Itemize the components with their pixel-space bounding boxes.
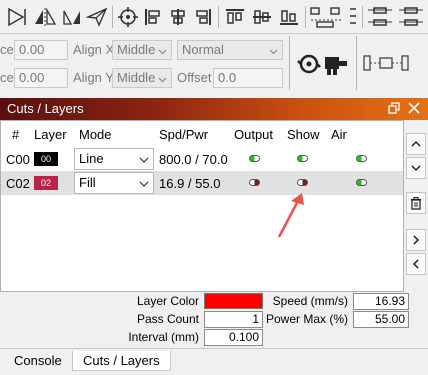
power-max-field[interactable]: 55.00 xyxy=(353,311,409,328)
show-toggle[interactable] xyxy=(297,179,308,186)
offset-label: Offset xyxy=(177,70,212,85)
restore-icon[interactable] xyxy=(388,102,400,117)
chevron-down-icon xyxy=(269,44,278,59)
chevron-icon[interactable] xyxy=(346,6,360,28)
speed-field[interactable]: 16.93 xyxy=(353,293,409,310)
tab-console[interactable]: Console xyxy=(4,351,72,371)
collapse-button[interactable] xyxy=(406,253,426,275)
mode-select[interactable]: Line xyxy=(74,148,154,170)
align-y-label: Align Y xyxy=(73,70,114,85)
chevron-left-icon xyxy=(412,259,419,269)
layer-color-label: Layer Color xyxy=(136,294,199,308)
panel-title: Cuts / Layers xyxy=(7,101,84,116)
air-toggle[interactable] xyxy=(356,155,367,162)
bottom-tabs: Console Cuts / Layers xyxy=(0,348,428,375)
distribute-v-icon[interactable] xyxy=(365,6,395,28)
align-bottom-icon[interactable] xyxy=(277,6,301,28)
trash-icon xyxy=(411,196,421,210)
align-middle-icon[interactable] xyxy=(250,6,274,28)
pass-count-label: Pass Count xyxy=(136,312,199,326)
move-down-button[interactable] xyxy=(406,157,426,179)
annotation-arrow xyxy=(277,193,304,238)
header-layer: Layer xyxy=(34,127,67,142)
expand-button[interactable] xyxy=(406,229,426,251)
space-label: ce xyxy=(0,70,14,85)
offset-field[interactable]: 0.0 xyxy=(213,68,283,88)
layer-swatch[interactable]: 00 xyxy=(34,152,58,166)
layer-color-swatch[interactable] xyxy=(204,293,263,309)
align-center-icon[interactable] xyxy=(167,6,189,28)
align-left-icon[interactable] xyxy=(142,6,164,28)
mode-value: Fill xyxy=(79,175,96,190)
spd-pwr-value: 800.0 / 70.0 xyxy=(159,152,228,167)
distribute-h-icon[interactable] xyxy=(362,52,412,74)
table-row[interactable]: C02 02 Fill 16.9 / 55.0 xyxy=(1,171,403,195)
close-icon[interactable] xyxy=(408,102,420,117)
chevron-down-icon xyxy=(139,177,149,192)
move-up-button[interactable] xyxy=(406,133,426,155)
chevron-down-icon xyxy=(139,153,149,168)
interval-label: Interval (mm) xyxy=(128,330,199,344)
header-mode: Mode xyxy=(79,127,112,142)
chevron-down-icon xyxy=(158,44,167,59)
align-y-value: Middle xyxy=(117,70,156,85)
align-right-icon[interactable] xyxy=(192,6,214,28)
mirror-icon[interactable] xyxy=(60,6,84,28)
space-label: ce xyxy=(0,42,14,57)
chevron-down-icon xyxy=(411,165,421,172)
header-spd-pwr: Spd/Pwr xyxy=(159,127,209,142)
header-num: # xyxy=(12,127,20,142)
cuts-layers-table: # Layer Mode Spd/Pwr Output Show Air C00… xyxy=(0,120,404,292)
crosshair-icon[interactable] xyxy=(117,6,139,28)
layer-swatch[interactable]: 02 xyxy=(34,176,58,190)
arrange-controls: ce 0.00 Align X Middle Normal ce 0.00 Al… xyxy=(0,34,428,94)
toolbar xyxy=(0,0,428,34)
header-air: Air xyxy=(331,127,347,142)
power-max-label: Power Max (%) xyxy=(265,312,348,326)
normal-select[interactable]: Normal xyxy=(177,40,283,60)
side-buttons xyxy=(404,120,428,292)
header-output: Output xyxy=(234,127,274,142)
show-toggle[interactable] xyxy=(297,155,308,162)
row-num: C00 xyxy=(6,152,30,167)
mode-select[interactable]: Fill xyxy=(74,172,154,194)
align-top-icon[interactable] xyxy=(223,6,247,28)
header-show: Show xyxy=(287,127,320,142)
distribute-v-icon[interactable] xyxy=(396,6,426,28)
align-y-select[interactable]: Middle xyxy=(112,68,172,88)
align-edge-icon[interactable] xyxy=(6,6,28,28)
chevron-down-icon xyxy=(158,72,167,87)
output-toggle[interactable] xyxy=(249,179,260,186)
align-x-value: Middle xyxy=(117,42,156,57)
delete-button[interactable] xyxy=(406,192,426,214)
rotary-icon[interactable] xyxy=(296,48,352,80)
panel-titlebar: Cuts / Layers xyxy=(0,98,428,120)
space-field[interactable]: 0.00 xyxy=(14,40,68,60)
chevron-up-icon xyxy=(411,140,421,147)
table-row[interactable]: C00 00 Line 800.0 / 70.0 xyxy=(1,147,403,171)
space-field[interactable]: 0.00 xyxy=(14,68,68,88)
spd-pwr-value: 16.9 / 55.0 xyxy=(159,176,221,191)
row-num: C02 xyxy=(6,176,30,191)
distribute-h-icon[interactable] xyxy=(308,6,344,28)
pass-count-field[interactable]: 1 xyxy=(204,311,263,328)
output-toggle[interactable] xyxy=(249,155,260,162)
interval-field[interactable]: 0.100 xyxy=(204,329,263,346)
air-toggle[interactable] xyxy=(356,179,367,186)
align-x-label: Align X xyxy=(73,42,115,57)
mirror-icon[interactable] xyxy=(32,6,58,28)
normal-value: Normal xyxy=(182,42,224,57)
speed-label: Speed (mm/s) xyxy=(272,294,348,308)
layer-properties: Layer Color Speed (mm/s) 16.93 Pass Coun… xyxy=(0,292,428,348)
send-icon[interactable] xyxy=(86,6,108,28)
tab-cuts-layers[interactable]: Cuts / Layers xyxy=(72,351,171,371)
mode-value: Line xyxy=(79,151,104,166)
chevron-right-icon xyxy=(413,235,420,245)
align-x-select[interactable]: Middle xyxy=(112,40,172,60)
